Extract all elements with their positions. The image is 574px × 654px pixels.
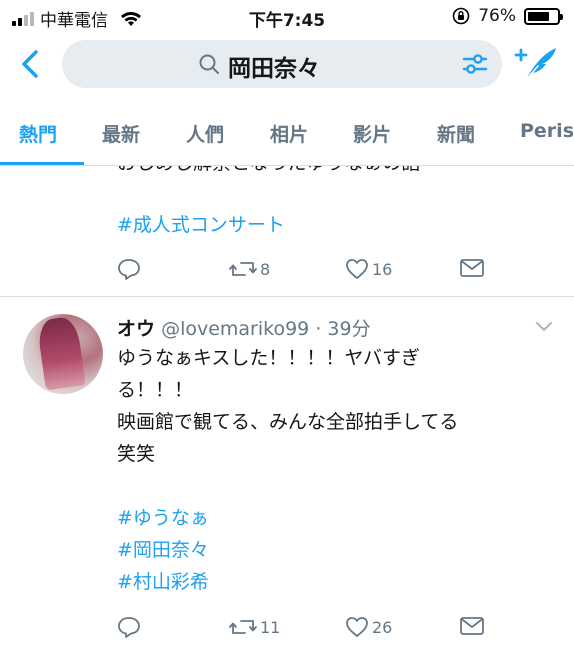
- tweet-time: · 39分: [315, 318, 371, 340]
- heart-icon: [346, 259, 368, 279]
- user-name[interactable]: オウ: [117, 318, 155, 340]
- active-tab-indicator: [0, 162, 84, 165]
- tab-videos[interactable]: 影片: [353, 120, 391, 147]
- compose-tweet-button[interactable]: [512, 42, 562, 86]
- tab-people[interactable]: 人們: [186, 120, 224, 147]
- status-bar: 中華電信 下午7:45 76%: [0, 0, 574, 34]
- search-input[interactable]: 岡田奈々: [62, 40, 502, 88]
- envelope-icon: [460, 617, 484, 635]
- retweet-icon: [229, 262, 257, 276]
- retweet-button[interactable]: 11: [229, 616, 280, 638]
- status-right: 76%: [452, 6, 563, 26]
- tab-top[interactable]: 熱門: [19, 120, 57, 147]
- direct-message-button[interactable]: [459, 258, 485, 278]
- search-header: 岡田奈々: [0, 34, 574, 96]
- like-button[interactable]: 16: [345, 258, 392, 280]
- rotation-lock-icon: [452, 7, 470, 25]
- compose-tweet-icon: [514, 48, 556, 81]
- tweet-actions: 11 26: [117, 616, 497, 642]
- reply-icon: [118, 617, 140, 638]
- tweet-header: オウ @lovemariko99 · 39分: [117, 314, 371, 341]
- tweet-feed[interactable]: おしめし解禁となったゆうなぁの話 #成人式コンサート 8: [0, 166, 574, 654]
- search-icon: [199, 54, 219, 74]
- hashtag-link[interactable]: #村山彩希: [117, 566, 547, 598]
- back-button[interactable]: [14, 46, 48, 82]
- search-query: 岡田奈々: [228, 56, 320, 82]
- tab-periscope[interactable]: Peris: [520, 120, 574, 142]
- hashtag-link[interactable]: #岡田奈々: [117, 534, 547, 566]
- like-count: 26: [372, 617, 393, 637]
- avatar[interactable]: [23, 314, 103, 394]
- reply-icon: [118, 259, 140, 280]
- direct-message-button[interactable]: [459, 616, 485, 636]
- reply-button[interactable]: [117, 616, 141, 638]
- filter-sliders-icon[interactable]: [462, 52, 488, 76]
- tab-photos[interactable]: 相片: [270, 120, 308, 147]
- tweet-text-line: ゆうなぁキスした！！！！ヤバすぎ: [117, 347, 421, 369]
- like-count: 16: [372, 259, 393, 279]
- tweet-divider: [0, 296, 574, 297]
- tab-news[interactable]: 新聞: [437, 120, 475, 147]
- back-chevron-icon: [22, 50, 38, 78]
- tweet-actions: 8 16: [117, 258, 497, 284]
- heart-icon: [346, 617, 368, 637]
- tweet-text-partial: おしめし解禁となったゆうなぁの話: [117, 166, 420, 175]
- search-tabs: 熱門 最新 人們 相片 影片 新聞 Peris: [0, 96, 574, 166]
- user-handle[interactable]: @lovemariko99: [161, 318, 309, 340]
- battery-icon: [524, 7, 563, 25]
- chevron-down-icon[interactable]: [534, 320, 554, 334]
- retweet-count: 11: [260, 617, 281, 637]
- tweet-text-line: 笑笑: [117, 443, 156, 465]
- tweet-text-line: る！！！: [117, 379, 194, 401]
- hashtag-link[interactable]: #成人式コンサート: [117, 210, 285, 237]
- reply-button[interactable]: [117, 258, 141, 280]
- retweet-count: 8: [260, 259, 271, 279]
- tweet-text: ゆうなぁキスした！！！！ヤバすぎ る！！！ 映画館で観てる、みんな全部拍手してる…: [117, 342, 547, 598]
- battery-percent: 76%: [478, 6, 516, 26]
- retweet-button[interactable]: 8: [229, 258, 270, 280]
- hashtag-link[interactable]: #ゆうなぁ: [117, 502, 547, 534]
- like-button[interactable]: 26: [345, 616, 392, 638]
- envelope-icon: [460, 259, 484, 277]
- tab-latest[interactable]: 最新: [102, 120, 140, 147]
- tweet-text-line: 映画館で観てる、みんな全部拍手してる: [117, 411, 459, 433]
- retweet-icon: [229, 620, 257, 634]
